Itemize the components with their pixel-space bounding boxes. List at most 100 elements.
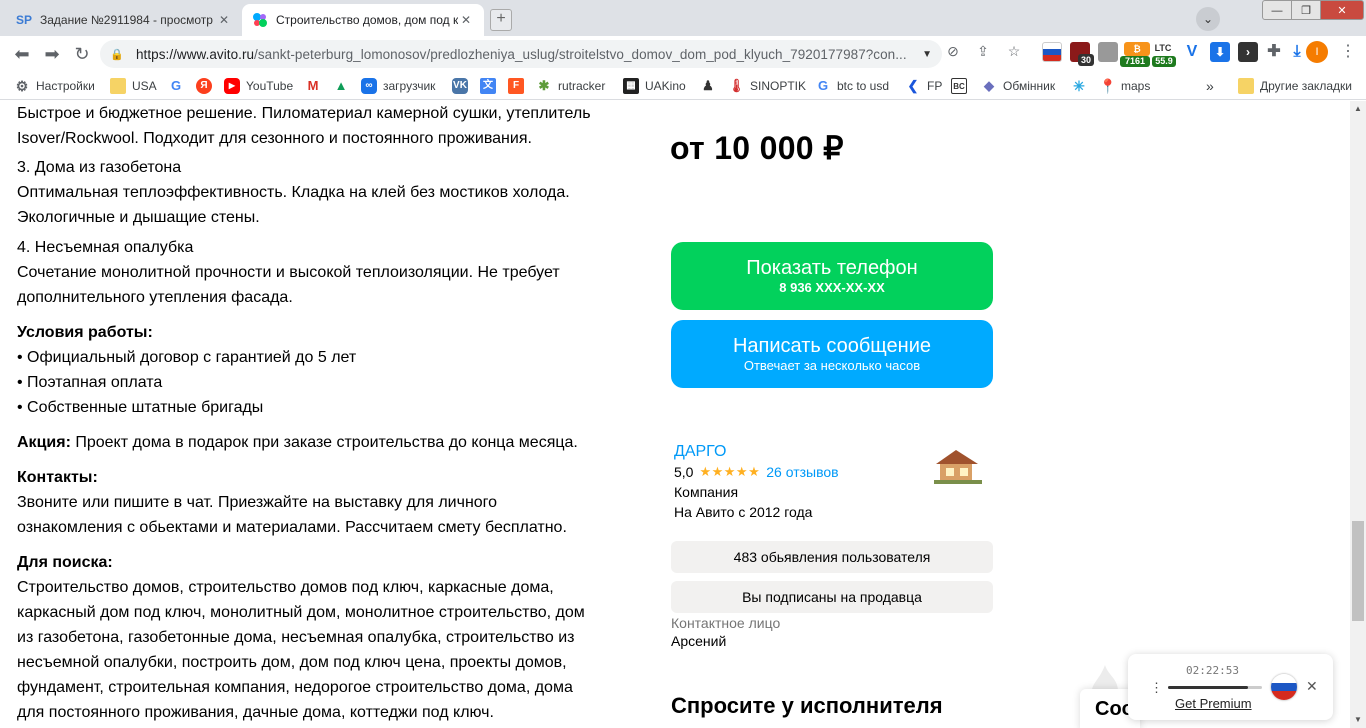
downloads-icon[interactable]: ⤓: [1287, 42, 1307, 62]
bookmark-usa[interactable]: USA: [110, 77, 157, 95]
tab-search-chevron-icon[interactable]: ⌄: [1196, 7, 1220, 31]
bookmark-maps[interactable]: 📍 maps: [1099, 77, 1150, 95]
bookmark-uakino[interactable]: ▦ UAKino: [623, 77, 686, 95]
close-player-icon[interactable]: ✕: [1306, 678, 1318, 695]
blocked-icon[interactable]: ⊘: [944, 42, 962, 60]
bookmark-youtube[interactable]: ▶ YouTube: [224, 77, 293, 95]
briefcase-icon[interactable]: [1098, 42, 1118, 62]
other-bookmarks[interactable]: Другие закладки: [1238, 77, 1352, 95]
v-extension-icon[interactable]: V: [1182, 42, 1202, 62]
conditions-title: Условия работы:: [17, 324, 153, 341]
listing-description: Быстрое и бюджетное решение. Пиломатериа…: [17, 101, 637, 728]
browser-menu-icon[interactable]: ⋮: [1336, 40, 1360, 64]
get-premium-link[interactable]: Get Premium: [1175, 696, 1252, 711]
url-text: https://www.avito.ru/sankt-peterburg_lom…: [136, 46, 907, 62]
tab-title: Строительство домов, дом под к: [276, 13, 458, 27]
close-tab-icon[interactable]: ✕: [458, 13, 474, 27]
scroll-up-icon[interactable]: ▲: [1350, 101, 1366, 117]
player-progress-fill: [1168, 686, 1248, 689]
snowflake-icon: ✳: [1073, 78, 1085, 94]
bookmark-star-icon[interactable]: ☆: [1005, 42, 1023, 60]
maximize-button[interactable]: ❐: [1291, 0, 1321, 20]
terminal-extension-icon[interactable]: ›: [1238, 42, 1258, 62]
russia-flag-icon[interactable]: [1271, 674, 1297, 700]
contacts-title: Контакты:: [17, 469, 98, 486]
bookmark-settings[interactable]: ⚙ Настройки: [14, 77, 95, 95]
bookmark-sinoptik[interactable]: 🌡 SINOPTIK: [728, 77, 806, 95]
seller-logo-house-icon[interactable]: [934, 446, 982, 486]
condition-item: • Поэтапная оплата: [17, 374, 163, 391]
bookmark-google[interactable]: G: [168, 77, 190, 95]
reload-icon[interactable]: ↻: [70, 42, 94, 66]
address-bar[interactable]: 🔒 https://www.avito.ru/sankt-peterburg_l…: [100, 40, 942, 68]
contact-person: Контактное лицо Арсений: [671, 614, 780, 650]
bitcoin-icon[interactable]: ₿: [1124, 42, 1150, 56]
film-icon: ▦: [623, 78, 639, 94]
tab-strip: SP Задание №2911984 - просмотр з ✕ Строи…: [0, 0, 1366, 36]
back-arrow-icon[interactable]: ⬅: [10, 42, 34, 66]
dropdown-arrow-icon[interactable]: ▼: [922, 49, 932, 60]
write-message-button[interactable]: Написать сообщение Отвечает за несколько…: [671, 320, 993, 388]
bookmark-exchanger[interactable]: ◆ Обмінник: [981, 77, 1055, 95]
reviews-link[interactable]: 26 отзывов: [766, 462, 838, 482]
rating-stars-icon: ★★★★★: [699, 464, 761, 479]
contact-label: Контактное лицо: [671, 615, 781, 631]
bookmark-translate[interactable]: 文: [480, 77, 502, 95]
page-scrollbar[interactable]: ▲ ▼: [1350, 101, 1366, 728]
condition-item: • Официальный договор с гарантией до 5 л…: [17, 349, 357, 366]
minimize-button[interactable]: —: [1262, 0, 1292, 20]
player-menu-icon[interactable]: ⋮: [1150, 680, 1163, 696]
rating-value: 5,0: [674, 464, 694, 480]
desc-line: для постоянного проживания, дачные дома,…: [17, 704, 494, 721]
tab-avito[interactable]: Строительство домов, дом под к ✕: [242, 4, 484, 36]
bookmark-vk[interactable]: VK: [452, 77, 474, 95]
forward-arrow-icon[interactable]: ➡: [40, 42, 64, 66]
user-listings-button[interactable]: 483 обьявления пользователя: [671, 541, 993, 573]
bookmark-bc[interactable]: BC: [951, 77, 973, 95]
bookmark-yandex[interactable]: Я: [196, 77, 218, 95]
google-icon: G: [170, 78, 182, 93]
thermometer-icon: 🌡: [728, 78, 745, 93]
desc-line: из газобетона, газобетонные дома, несъем…: [17, 629, 575, 646]
youtube-icon: ▶: [224, 78, 240, 94]
player-progress-bar[interactable]: [1168, 686, 1262, 689]
close-window-button[interactable]: ✕: [1320, 0, 1364, 20]
tab-task[interactable]: SP Задание №2911984 - просмотр з ✕: [6, 4, 242, 36]
bookmark-fp[interactable]: ❮ FP: [905, 77, 943, 95]
drive-icon: ▲: [334, 78, 348, 93]
bookmarks-bar: ⚙ Настройки USA G Я ▶ YouTube M ▲ ∞ загрузч…: [0, 72, 1366, 100]
close-tab-icon[interactable]: ✕: [216, 13, 232, 27]
new-tab-button[interactable]: +: [490, 9, 512, 31]
show-phone-button[interactable]: Показать телефон 8 936 XXX-XX-XX: [671, 242, 993, 310]
desc-line: ознакомления с обьектами и материалами. …: [17, 519, 567, 536]
russia-flag-icon[interactable]: [1042, 42, 1062, 62]
player-time: 02:22:53: [1186, 664, 1239, 677]
share-icon[interactable]: ⇪: [974, 42, 992, 60]
profile-avatar[interactable]: I: [1306, 41, 1328, 63]
bookmark-btc-to-usd[interactable]: Gbtc to usd: [815, 77, 889, 95]
promo-label: Акция:: [17, 434, 71, 451]
response-time: Отвечает за несколько часов: [743, 358, 921, 373]
bookmark-person[interactable]: ♟: [700, 77, 722, 95]
bookmark-drive[interactable]: ▲: [333, 77, 355, 95]
subscribed-button[interactable]: Вы подписаны на продавца: [671, 581, 993, 613]
more-bookmarks-chevron[interactable]: »: [1206, 77, 1214, 95]
download-extension-icon[interactable]: ⬇: [1210, 42, 1230, 62]
desc-line: дополнительного утепления фасада.: [17, 289, 293, 306]
puzzle-icon[interactable]: ✚: [1264, 42, 1284, 62]
bookmark-loader[interactable]: ∞ загрузчик: [361, 77, 435, 95]
person-icon: ♟: [702, 78, 714, 93]
desc-line: Звоните или пишите в чат. Приезжайте на …: [17, 494, 498, 511]
bookmark-f[interactable]: F: [508, 77, 530, 95]
page-content: Быстрое и бюджетное решение. Пиломатериа…: [0, 101, 1350, 728]
bookmark-rutracker[interactable]: ✱ rutracker: [536, 77, 606, 95]
search-title: Для поиска:: [17, 554, 113, 571]
desc-line: несъемной опалубки, построить дом, дом п…: [17, 654, 567, 671]
bookmark-snowflake[interactable]: ✳: [1071, 77, 1093, 95]
bookmark-gmail[interactable]: M: [305, 77, 327, 95]
price: от 10 000 ₽: [670, 130, 844, 166]
scroll-thumb[interactable]: [1352, 521, 1364, 621]
diamond-icon: ◆: [984, 78, 994, 93]
scroll-down-icon[interactable]: ▼: [1350, 712, 1366, 728]
desc-line: Isover/Rockwool. Подходит для сезонного …: [17, 130, 532, 147]
